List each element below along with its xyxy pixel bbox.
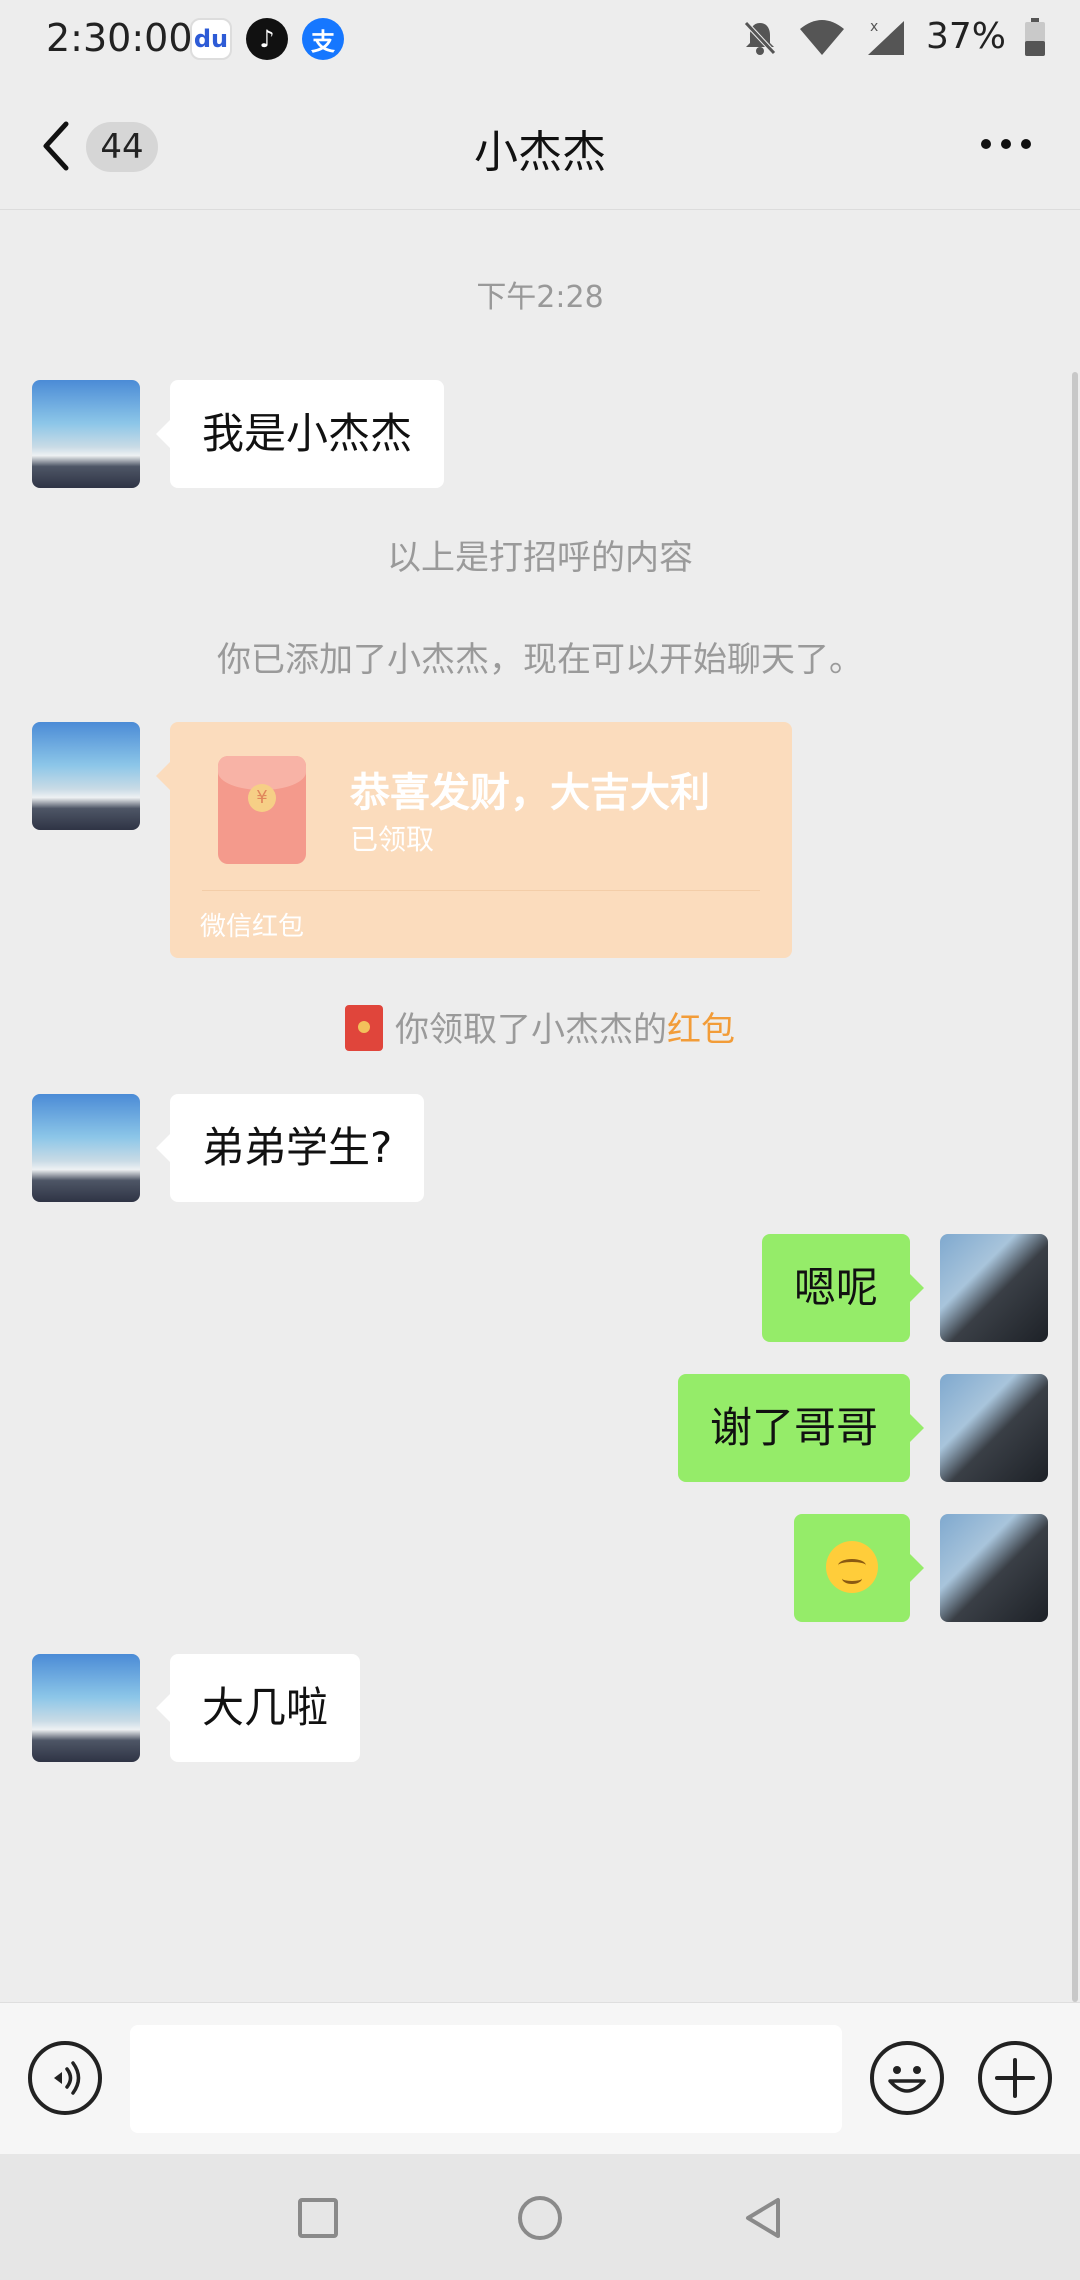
- battery-icon: [1025, 17, 1045, 56]
- received-message[interactable]: 大几啦: [155, 1654, 361, 1762]
- red-packet-footer: 微信红包: [200, 912, 305, 942]
- recent-apps-button[interactable]: [298, 2198, 338, 2238]
- svg-text:x: x: [870, 19, 878, 35]
- chat-title: 小杰杰: [474, 127, 606, 178]
- red-packet-icon: ¥: [218, 756, 306, 864]
- system-navigation-bar: [0, 2154, 1080, 2280]
- alipay-icon: 支: [302, 18, 344, 60]
- wifi-icon: [799, 19, 844, 55]
- nav-back-icon[interactable]: [740, 2194, 788, 2242]
- received-message[interactable]: 我是小杰杰: [155, 380, 445, 488]
- message-input-bar: [0, 2002, 1080, 2154]
- more-functions-button[interactable]: [978, 2041, 1052, 2115]
- sent-message[interactable]: 谢了哥哥: [677, 1374, 925, 1482]
- red-packet-status: 已领取: [350, 823, 435, 856]
- notice-text: 你领取了小杰杰的: [395, 1010, 667, 1050]
- emoji-button[interactable]: [870, 2041, 944, 2115]
- message-timestamp: 下午2:28: [476, 280, 604, 315]
- contact-avatar[interactable]: [32, 722, 140, 830]
- chat-scrollbar[interactable]: [1072, 372, 1078, 2002]
- status-time: 2:30:00: [46, 16, 193, 60]
- received-message[interactable]: 弟弟学生?: [155, 1094, 425, 1202]
- voice-icon: [54, 2061, 81, 2095]
- contact-avatar[interactable]: [32, 1654, 140, 1762]
- sent-emoji-message[interactable]: [794, 1514, 924, 1622]
- battery-percent: 37%: [925, 16, 1006, 57]
- contact-avatar[interactable]: [32, 1094, 140, 1202]
- status-indicators: x 37%: [740, 16, 1046, 57]
- red-packet-divider: [202, 890, 760, 891]
- my-avatar[interactable]: [940, 1234, 1048, 1342]
- red-packet-message[interactable]: ¥ 恭喜发财，大吉大利 已领取 微信红包: [156, 722, 792, 958]
- plus-icon: [995, 2058, 1035, 2098]
- more-options-icon[interactable]: [978, 134, 1034, 154]
- my-avatar[interactable]: [940, 1514, 1048, 1622]
- status-bar: 2:30:00 du ♪ 支 x 37%: [0, 0, 1080, 82]
- red-packet-link[interactable]: 红包: [667, 1010, 735, 1050]
- sent-message[interactable]: 嗯呢: [761, 1234, 925, 1342]
- red-packet-small-icon: [345, 1004, 383, 1051]
- baidu-icon: du: [190, 18, 232, 60]
- smiling-face-emoji-icon: [826, 1540, 878, 1593]
- douyin-icon: ♪: [246, 18, 288, 60]
- home-button[interactable]: [518, 2196, 562, 2240]
- bell-muted-icon: [744, 20, 776, 55]
- contact-avatar[interactable]: [32, 380, 140, 488]
- chat-header: 44 小杰杰: [0, 82, 1080, 210]
- my-avatar[interactable]: [940, 1374, 1048, 1482]
- red-packet-title: 恭喜发财，大吉大利: [350, 770, 710, 816]
- friend-added-note: 你已添加了小杰杰，现在可以开始聊天了。: [217, 640, 863, 680]
- message-text-input[interactable]: [130, 2025, 842, 2133]
- voice-input-button[interactable]: [28, 2041, 102, 2115]
- cellular-signal-icon: x: [867, 19, 904, 55]
- red-packet-received-notice: 你领取了小杰杰的红包: [0, 1002, 1080, 1055]
- emoji-icon: [888, 2066, 926, 2093]
- greeting-note: 以上是打招呼的内容: [387, 538, 693, 578]
- status-app-icons: du ♪ 支: [190, 18, 344, 60]
